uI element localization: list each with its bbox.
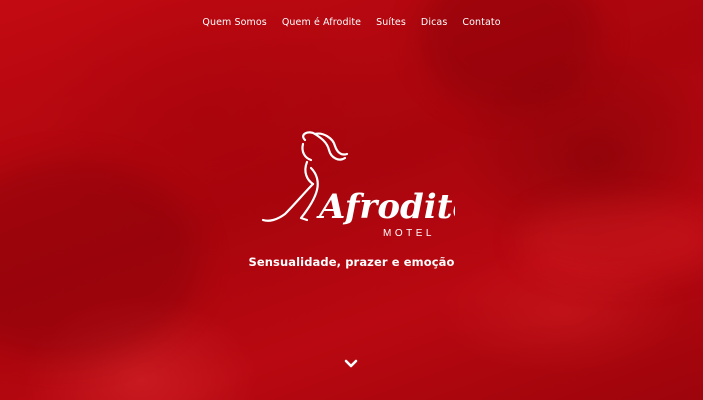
nav-item-suites[interactable]: Suítes (369, 17, 414, 28)
nav-item-quem-e-afrodite[interactable]: Quem é Afrodite (274, 17, 368, 28)
brand-name: Afrodite (316, 187, 455, 227)
tagline: Sensualidade, prazer e emoção (248, 255, 455, 269)
nav-item-contato[interactable]: Contato (455, 17, 508, 28)
main-nav: Quem Somos Quem é Afrodite Suítes Dicas … (0, 17, 703, 28)
brand-subtitle: MOTEL (383, 228, 435, 239)
hero-section: Quem Somos Quem é Afrodite Suítes Dicas … (0, 0, 703, 400)
nav-item-quem-somos[interactable]: Quem Somos (195, 17, 274, 28)
chevron-down-icon[interactable] (343, 358, 359, 370)
afrodite-logo[interactable]: Afrodite MOTEL (255, 128, 455, 243)
nav-item-dicas[interactable]: Dicas (413, 17, 454, 28)
